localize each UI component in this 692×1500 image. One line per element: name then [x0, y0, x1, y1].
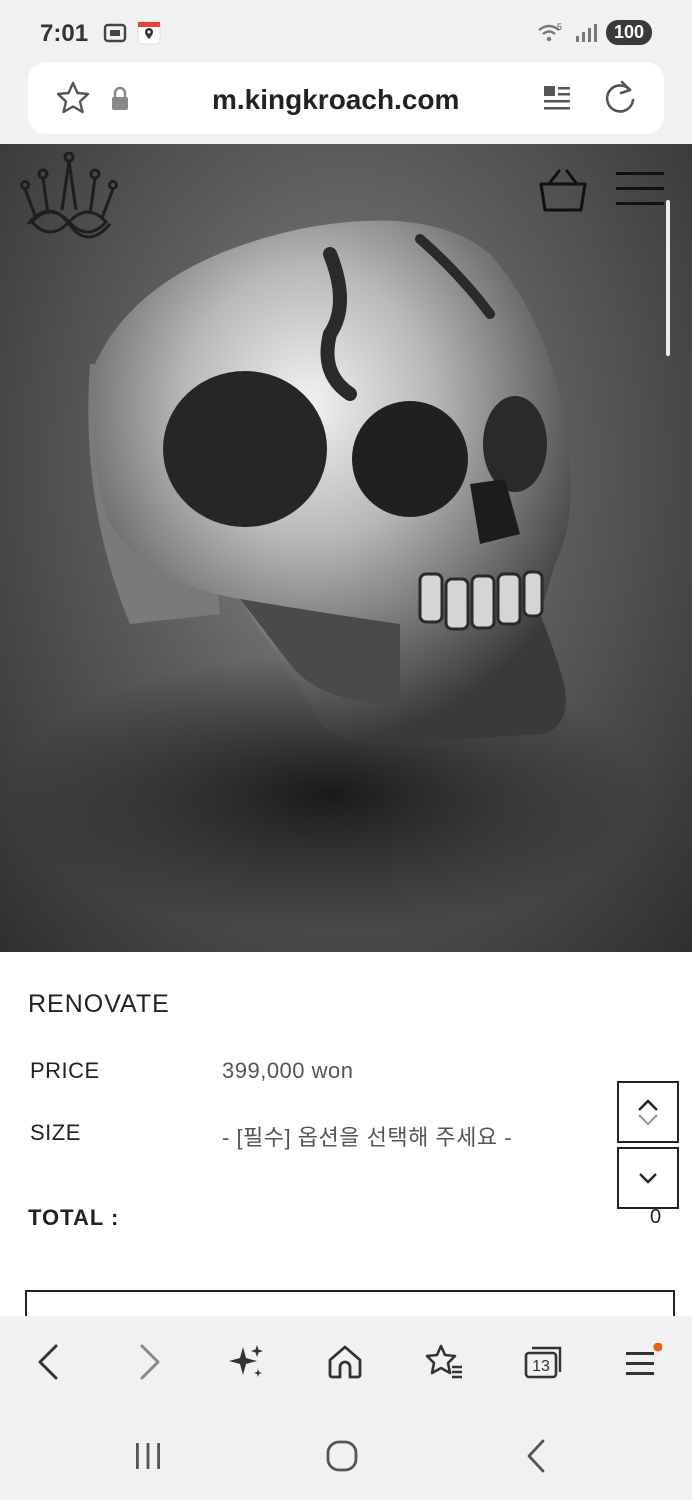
- chevron-left-icon: [38, 1344, 58, 1380]
- price-value: 399,000 won: [222, 1058, 354, 1083]
- bookmarks-star-icon: [425, 1344, 462, 1379]
- scroll-top-button[interactable]: [617, 1081, 679, 1143]
- refresh-icon[interactable]: [600, 78, 640, 118]
- recent-apps-button[interactable]: [124, 1432, 172, 1480]
- browser-menu-button[interactable]: [618, 1338, 666, 1386]
- screenshot-icon: [103, 23, 127, 43]
- chevron-up-icon: [638, 1099, 658, 1111]
- total-label: TOTAL :: [28, 1205, 120, 1230]
- browser-address-area: m.kingkroach.com: [0, 60, 692, 144]
- page-scrollbar[interactable]: [666, 200, 670, 356]
- chevron-down-icon: [639, 1173, 657, 1184]
- shopping-bag-icon[interactable]: [537, 168, 589, 214]
- skull-ring-image: [10, 220, 650, 934]
- status-system-icons: 5 100: [536, 20, 652, 45]
- sparkle-icon: [229, 1345, 263, 1377]
- scroll-bottom-button[interactable]: [617, 1147, 679, 1209]
- bookmarks-button[interactable]: [420, 1338, 468, 1386]
- reader-mode-icon[interactable]: [542, 84, 572, 114]
- forward-button[interactable]: [126, 1338, 174, 1386]
- home-button[interactable]: [321, 1338, 369, 1386]
- hamburger-icon[interactable]: [616, 170, 664, 208]
- menu-icon: [626, 1343, 662, 1375]
- address-bar[interactable]: m.kingkroach.com: [28, 62, 664, 134]
- tabs-button[interactable]: 13: [519, 1338, 567, 1386]
- ai-assist-button[interactable]: [222, 1338, 270, 1386]
- notification-dot: [653, 1343, 662, 1352]
- bookmark-star-icon[interactable]: [54, 80, 92, 116]
- url-text[interactable]: m.kingkroach.com: [212, 84, 459, 116]
- size-select[interactable]: - [필수] 옵션을 선택해 주세요 -: [222, 1120, 512, 1152]
- maps-icon: [137, 21, 161, 45]
- wifi-icon: 5: [538, 22, 562, 41]
- lock-icon: [112, 86, 128, 110]
- size-label: SIZE: [30, 1120, 81, 1145]
- status-time: 7:01: [40, 20, 89, 47]
- recent-apps-icon: [136, 1443, 160, 1469]
- tabs-icon: 13: [524, 1346, 562, 1379]
- total-value: 0: [650, 1206, 662, 1228]
- signal-icon: [575, 23, 597, 42]
- network-type: 5: [557, 22, 562, 32]
- system-home-button[interactable]: [318, 1432, 366, 1480]
- back-button[interactable]: [24, 1338, 72, 1386]
- product-image[interactable]: [0, 144, 692, 952]
- system-back-button[interactable]: [512, 1432, 560, 1480]
- battery-indicator: 100: [605, 20, 652, 45]
- home-circle-icon: [326, 1440, 358, 1472]
- system-nav-bar: [0, 1408, 692, 1500]
- status-notification-icons: [102, 20, 162, 46]
- chevron-down-faint-icon: [638, 1114, 658, 1126]
- tab-count: 13: [532, 1358, 550, 1375]
- product-name: RENOVATE: [28, 990, 170, 1018]
- chevron-right-icon: [140, 1344, 160, 1380]
- price-label: PRICE: [30, 1058, 100, 1083]
- home-icon: [328, 1345, 362, 1379]
- status-bar: 7:01 5 100: [0, 0, 692, 60]
- browser-toolbar: 13: [0, 1316, 692, 1408]
- back-arrow-icon: [527, 1439, 545, 1473]
- crown-logo-icon[interactable]: [20, 152, 118, 240]
